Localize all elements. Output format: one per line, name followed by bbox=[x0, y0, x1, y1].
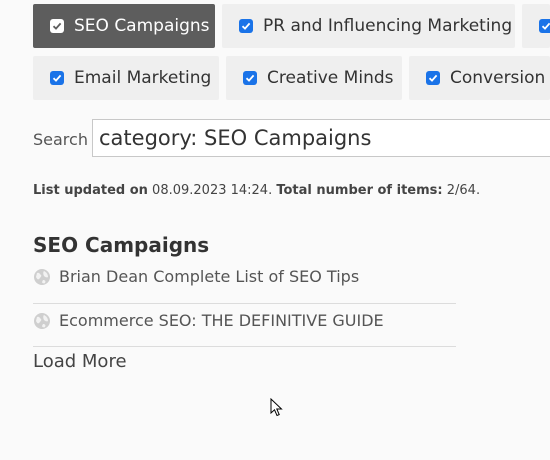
checkbox-checked-icon[interactable] bbox=[50, 19, 64, 33]
checkbox-checked-icon[interactable] bbox=[50, 71, 64, 85]
filter-chip-creative-minds[interactable]: Creative Minds bbox=[226, 56, 402, 100]
checkbox-checked-icon[interactable] bbox=[539, 19, 550, 33]
filter-chip-label: Email Marketing bbox=[74, 68, 212, 88]
section-title: SEO Campaigns bbox=[33, 233, 210, 257]
checkbox-checked-icon[interactable] bbox=[426, 71, 440, 85]
filter-chip-pr-influencing[interactable]: PR and Influencing Marketing bbox=[222, 4, 515, 48]
checkbox-checked-icon[interactable] bbox=[239, 19, 253, 33]
filter-chip-label: PR and Influencing Marketing bbox=[263, 16, 513, 36]
list-item-label[interactable]: Brian Dean Complete List of SEO Tips bbox=[59, 267, 359, 286]
updated-value: 08.09.2023 14:24 bbox=[152, 183, 269, 198]
filter-chip-email-marketing[interactable]: Email Marketing bbox=[33, 56, 219, 100]
load-more-button[interactable]: Load More bbox=[33, 351, 127, 372]
globe-icon bbox=[34, 312, 50, 329]
list-item[interactable]: Brian Dean Complete List of SEO Tips bbox=[33, 267, 456, 286]
updated-label: List updated on bbox=[33, 183, 148, 198]
list-item[interactable]: Ecommerce SEO: THE DEFINITIVE GUIDE bbox=[33, 311, 456, 330]
divider bbox=[33, 303, 456, 304]
filter-chip-label: Creative Minds bbox=[267, 68, 394, 88]
divider bbox=[33, 346, 456, 347]
list-item-label[interactable]: Ecommerce SEO: THE DEFINITIVE GUIDE bbox=[59, 311, 384, 330]
search-input[interactable] bbox=[92, 119, 550, 157]
total-label: Total number of items: bbox=[276, 183, 443, 198]
total-value: 2/64 bbox=[446, 183, 476, 198]
filter-chip-conversion[interactable]: Conversion O bbox=[409, 56, 550, 100]
list-status: List updated on 08.09.2023 14:24. Total … bbox=[33, 183, 481, 198]
filter-chip-partial[interactable] bbox=[522, 4, 550, 48]
checkbox-checked-icon[interactable] bbox=[243, 71, 257, 85]
filter-chip-label: SEO Campaigns bbox=[74, 16, 210, 36]
mouse-cursor-icon bbox=[270, 398, 283, 417]
globe-icon bbox=[34, 268, 50, 285]
filter-chip-label: Conversion O bbox=[450, 68, 550, 88]
search-label: Search bbox=[33, 130, 88, 149]
filter-chip-seo-campaigns[interactable]: SEO Campaigns bbox=[33, 4, 215, 48]
